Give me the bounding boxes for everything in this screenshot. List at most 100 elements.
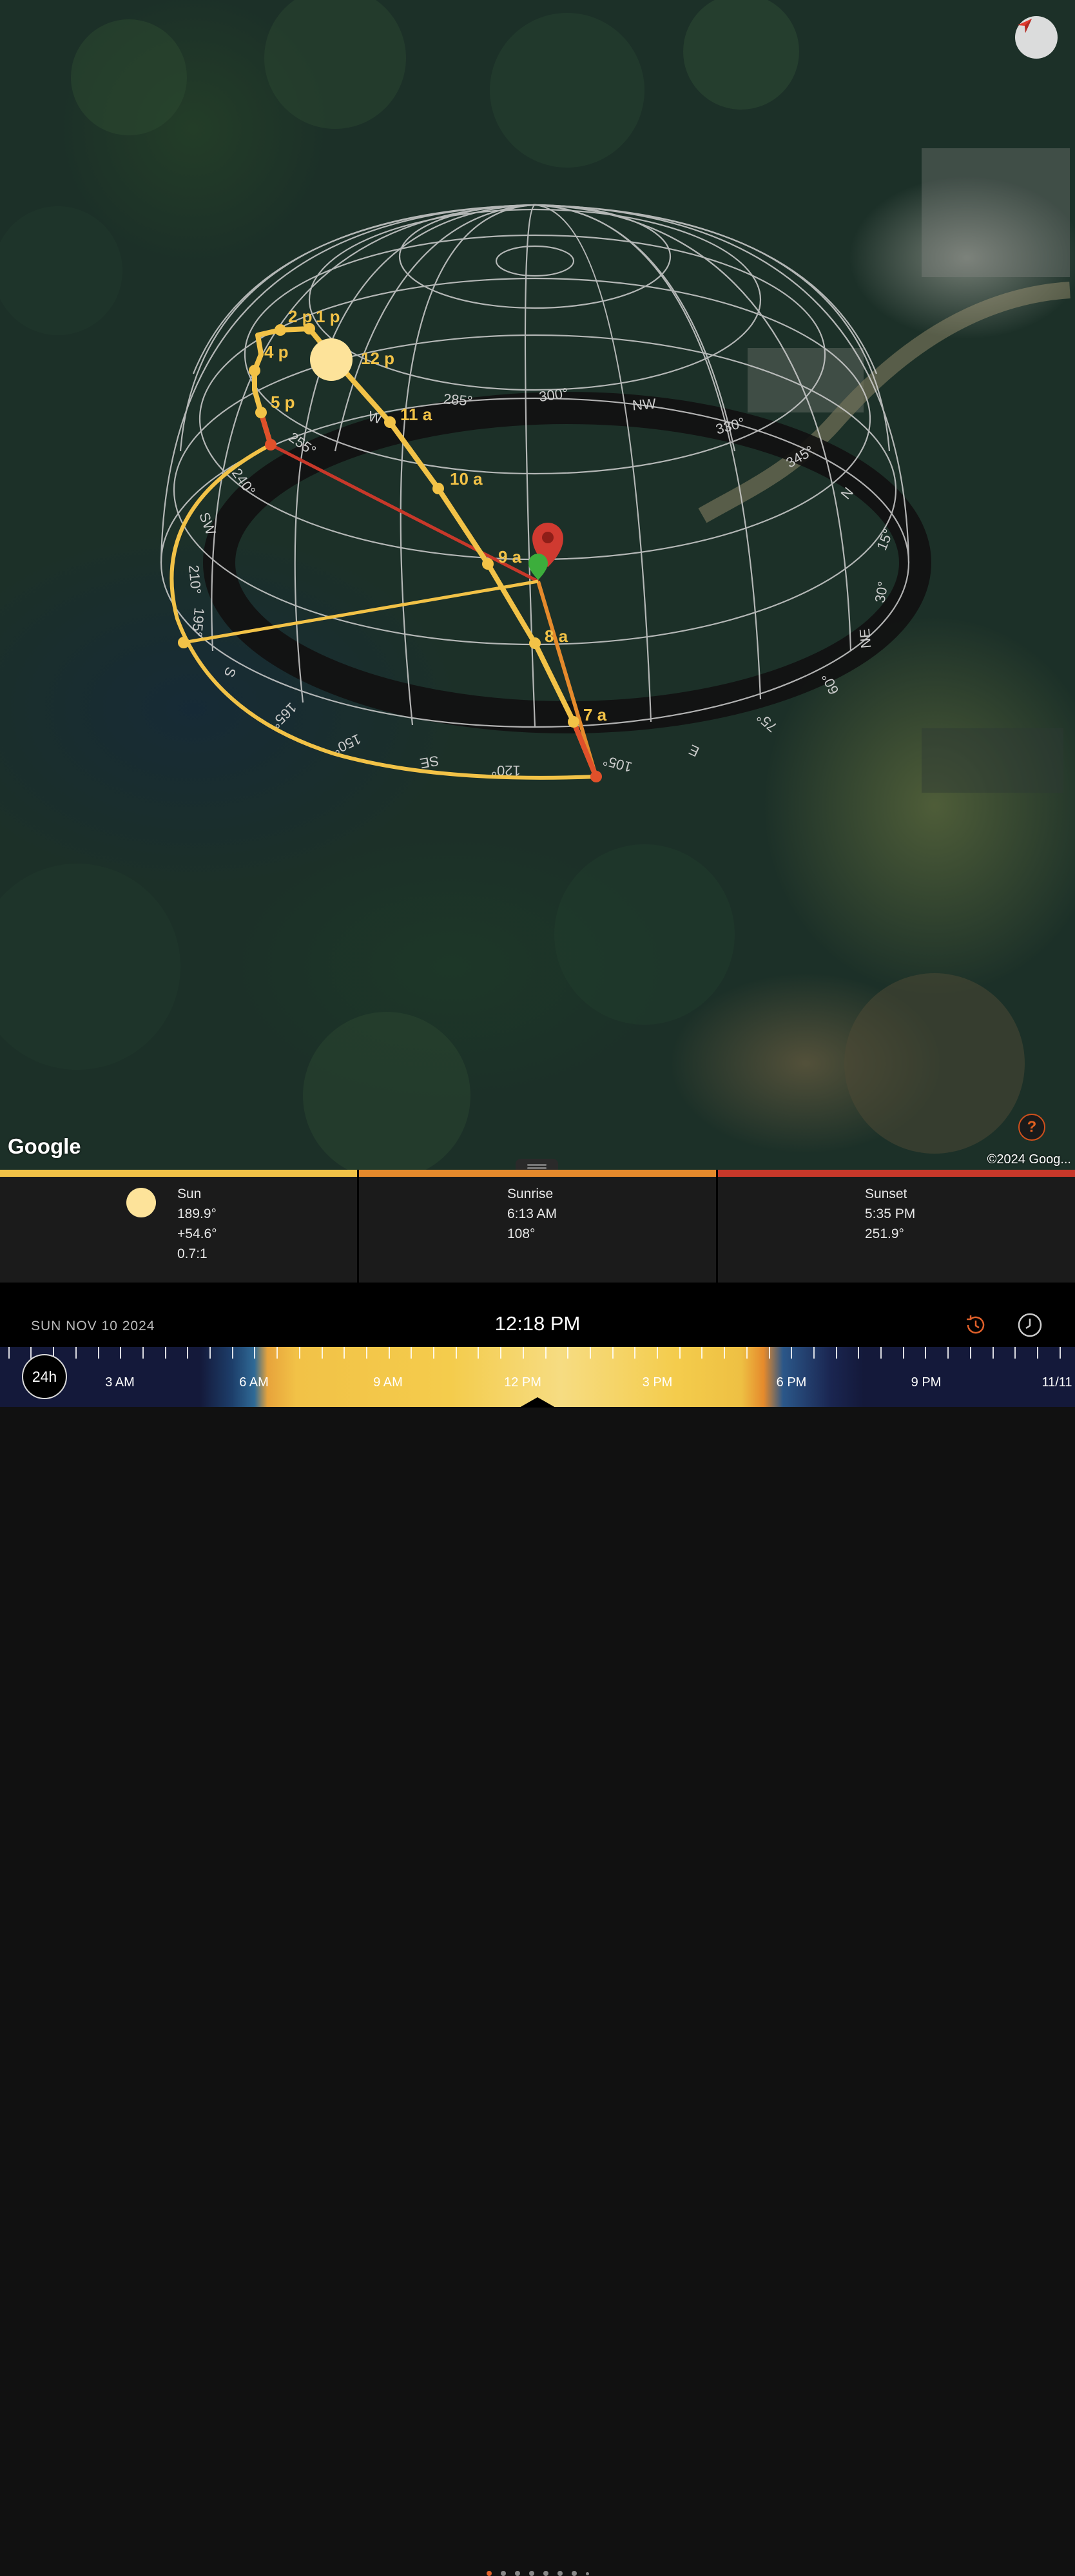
google-logo: Google (8, 1134, 81, 1158)
timeline-tick (1059, 1347, 1061, 1359)
bearing-label: 75° (753, 709, 780, 735)
hour-marker-label: 12 p (361, 349, 394, 368)
hour-marker-label: 4 p (264, 342, 289, 362)
sunrise-panel[interactable]: Sunrise 6:13 AM 108° (357, 1170, 716, 1283)
sun-color-bar (0, 1170, 357, 1177)
page-dot[interactable] (500, 2571, 506, 2576)
satellite-map[interactable]: 300° 285° 255° 240° SW 210° 195° S 165° 150° SE 120… (0, 0, 1075, 1170)
timeline-tick (612, 1347, 614, 1359)
sunrise-time: 6:13 AM (507, 1206, 557, 1221)
timeline-tick (276, 1347, 278, 1359)
timeline-tick (500, 1347, 502, 1359)
history-button[interactable] (963, 1312, 989, 1341)
timeline-hour-label: 3 AM (105, 1375, 135, 1390)
timeline-pointer-bottom (519, 1397, 556, 1408)
bearing-label: 105° (601, 752, 634, 775)
panel-drag-handle[interactable] (516, 1159, 558, 1170)
map-copyright[interactable]: ©2024 Goog... (987, 1152, 1071, 1167)
timeline-tick (746, 1347, 748, 1359)
clock-button[interactable] (1017, 1312, 1043, 1341)
timeline-tick (992, 1347, 994, 1359)
timeline-tick (187, 1347, 189, 1359)
timeline-tick (858, 1347, 860, 1359)
info-panels: Sun 189.9° +54.6° 0.7:1 Sunrise 6:13 AM … (0, 1170, 1075, 1283)
timeline-tick (567, 1347, 569, 1359)
hour-marker-label: 11 a (400, 405, 432, 424)
sunrise-direction-line (536, 581, 598, 777)
bearing-label: 285° (443, 391, 474, 409)
page-indicator[interactable] (0, 2571, 1075, 2576)
timeline-tick (813, 1347, 815, 1359)
hour-marker-label: 1 p (316, 307, 340, 326)
sunrise-title: Sunrise (507, 1186, 554, 1201)
history-icon (967, 1315, 985, 1334)
hour-marker-label: 2 p (288, 307, 313, 326)
timeline-tick (8, 1347, 10, 1359)
hour-marker-label: 9 a (498, 547, 522, 567)
sunset-panel[interactable]: Sunset 5:35 PM 251.9° (716, 1170, 1075, 1283)
timeline-hour-label: 9 AM (373, 1375, 403, 1390)
page-dot[interactable] (557, 2571, 563, 2576)
sunset-color-bar (718, 1170, 1075, 1177)
24h-toggle-button[interactable]: 24h (22, 1354, 67, 1399)
bearing-label: NE (857, 628, 875, 649)
hour-marker-label: 5 p (271, 392, 295, 412)
hour-marker-label: 7 a (583, 705, 607, 724)
timeline-tick (478, 1347, 479, 1359)
compass-arrow-icon (1018, 19, 1032, 33)
page-dot[interactable] (486, 2571, 492, 2576)
timeline-tick (768, 1347, 770, 1359)
time-label[interactable]: 12:18 PM (0, 1312, 1075, 1335)
clock-icon (1018, 1313, 1042, 1337)
timeline-tick (724, 1347, 726, 1359)
timeline-tick (522, 1347, 524, 1359)
page-dot[interactable] (571, 2571, 577, 2576)
timeline-tick (344, 1347, 345, 1359)
date-time-bar: SUN NOV 10 2024 12:18 PM (0, 1283, 1075, 2576)
timeline-tick (388, 1347, 390, 1359)
timeline-hour-label: 9 PM (911, 1375, 942, 1390)
timeline-tick (634, 1347, 636, 1359)
sun-panel[interactable]: Sun 189.9° +54.6° 0.7:1 (0, 1170, 357, 1283)
sun-elevation: +54.6° (177, 1226, 217, 1241)
timeline-tick (701, 1347, 703, 1359)
timeline-tick (120, 1347, 122, 1359)
bearing-label: S (221, 664, 240, 679)
timeline-tick (925, 1347, 927, 1359)
bearing-label: SE (419, 753, 440, 772)
sun-path-overlay: 300°285°255°240°SW210°195°S165°150°SE 120… (0, 0, 1070, 1170)
page-dot[interactable] (528, 2571, 534, 2576)
timeline-tick (791, 1347, 793, 1359)
current-sun-icon[interactable] (310, 338, 353, 381)
timeline-hour-label: 12 PM (504, 1375, 541, 1390)
timeline-hour-label: 6 PM (776, 1375, 807, 1390)
timeline-tick (142, 1347, 144, 1359)
timeline-hour-label: 6 AM (239, 1375, 269, 1390)
page-dot[interactable] (514, 2571, 520, 2576)
page-dot[interactable] (585, 2572, 589, 2575)
timeline-tick (254, 1347, 256, 1359)
compass-button[interactable] (1015, 16, 1058, 59)
help-button[interactable]: ? (1018, 1114, 1045, 1141)
timeline-hour-label: 3 PM (642, 1375, 673, 1390)
timeline-tick (321, 1347, 323, 1359)
timeline-tick (679, 1347, 681, 1359)
timeline-tick (1014, 1347, 1016, 1359)
timeline-tick (545, 1347, 547, 1359)
timeline-tick (657, 1347, 658, 1359)
page-dot[interactable] (543, 2571, 548, 2576)
sunset-time: 5:35 PM (865, 1206, 916, 1221)
timeline-tick (97, 1347, 99, 1359)
timeline-tick (902, 1347, 904, 1359)
timeline-hour-label: 11/11 (1041, 1375, 1072, 1390)
timeline-tick (30, 1347, 32, 1359)
timeline-tick (231, 1347, 233, 1359)
timeline-tick (1036, 1347, 1038, 1359)
sun-icon (126, 1188, 156, 1217)
timeline-tick (75, 1347, 77, 1359)
timeline-tick (209, 1347, 211, 1359)
timeline-tick (969, 1347, 971, 1359)
timeline-tick (835, 1347, 837, 1359)
bearing-label: E (686, 741, 702, 760)
sun-shadow-ratio: 0.7:1 (177, 1246, 208, 1261)
